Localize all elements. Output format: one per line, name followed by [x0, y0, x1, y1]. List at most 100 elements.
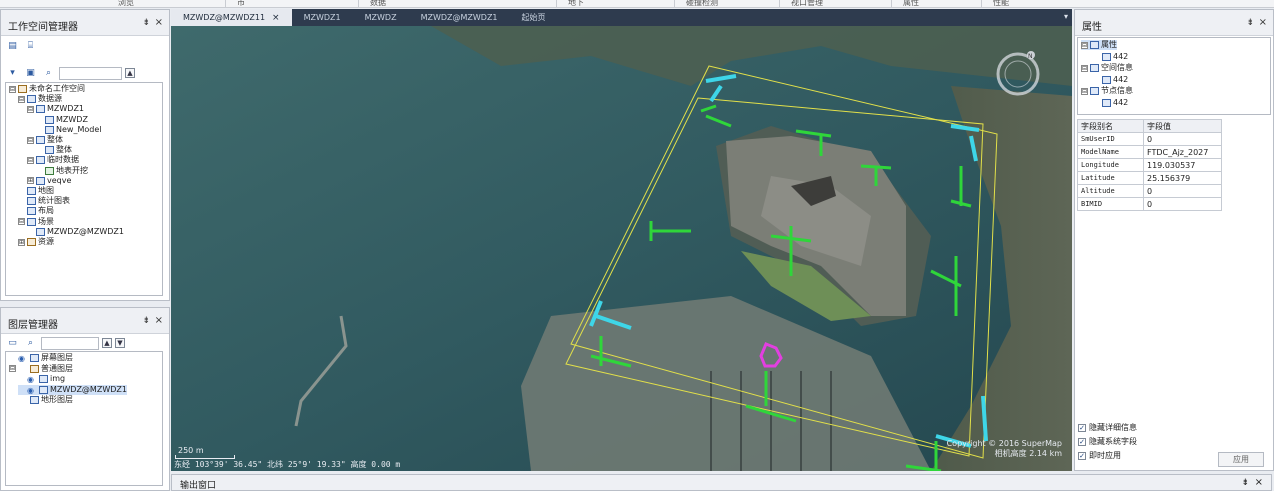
ribbon-group-label[interactable]: 地下 [568, 0, 584, 8]
close-icon[interactable]: × [155, 315, 163, 326]
field-value-cell[interactable]: 0 [1143, 184, 1222, 198]
tab-start-page[interactable]: 起始页 [510, 9, 558, 26]
field-value-cell[interactable]: 0 [1143, 132, 1222, 146]
workspace-tree-item[interactable]: ⊟ 未命名工作空间 [9, 84, 85, 94]
tab-mzwdz1[interactable]: MZWDZ1 [292, 9, 353, 26]
visibility-eye-icon[interactable] [18, 365, 28, 373]
workspace-view-icon[interactable]: ▤ [5, 39, 20, 53]
ribbon-group-label[interactable]: 数据 [370, 0, 386, 8]
workspace-tree-item[interactable]: ⊟ 临时数据 [27, 155, 79, 165]
close-icon[interactable]: × [272, 13, 280, 23]
search-icon[interactable]: ⌕ [23, 336, 38, 350]
chevron-down-icon[interactable]: ▾ [1064, 12, 1068, 21]
layer-search-input[interactable] [41, 336, 99, 350]
collapse-icon[interactable]: ⊟ [27, 156, 34, 164]
collapse-icon[interactable]: ⊟ [1081, 87, 1088, 95]
ribbon-group-label[interactable]: 市 [237, 0, 245, 8]
workspace-tree-item[interactable]: MZWDZ@MZWDZ1 [27, 227, 124, 237]
properties-tree-item[interactable]: 442 [1093, 52, 1128, 62]
layer-tree-item[interactable]: 地形图层 [9, 395, 73, 405]
collapse-icon[interactable]: ⊟ [18, 218, 25, 226]
workspace-panel-header: 工作空间管理器 ⇟ × [1, 10, 169, 36]
workspace-menu-icon[interactable]: ▾ [5, 66, 20, 80]
table-row[interactable]: Latitude 25.156379 [1077, 171, 1222, 185]
option-checkbox[interactable]: ✓ 即时应用 [1078, 450, 1121, 461]
ribbon-group-label[interactable]: 属性 [903, 0, 919, 8]
field-value-cell[interactable]: 119.030537 [1143, 158, 1222, 172]
option-checkbox[interactable]: ✓ 隐藏详细信息 [1078, 422, 1137, 433]
close-icon[interactable]: × [1259, 17, 1267, 28]
ribbon-group-label[interactable]: 性能 [993, 0, 1009, 8]
table-row[interactable]: SmUserID 0 [1077, 132, 1222, 146]
collapse-icon[interactable]: ⊟ [27, 136, 34, 144]
workspace-tree-item[interactable]: MZWDZ [36, 115, 88, 125]
workspace-tree-item[interactable]: 地表开挖 [36, 166, 88, 176]
field-value-cell[interactable]: FTDC_Ajz_2027 [1143, 145, 1222, 159]
workspace-tree-item[interactable]: ⊞ veqve [27, 176, 71, 186]
layer-tree-item[interactable]: ◉ 屏幕图层 [9, 353, 73, 363]
workspace-tree-item[interactable]: ⊟ 场景 [18, 217, 54, 227]
layer-tree-item[interactable]: ◉ MZWDZ@MZWDZ1 [18, 384, 127, 395]
table-row[interactable]: Altitude 0 [1077, 184, 1222, 198]
layer-tree-item[interactable]: ⊟ 普通图层 [9, 364, 73, 374]
close-icon[interactable]: × [155, 17, 163, 28]
expand-icon[interactable]: ⊞ [18, 238, 25, 246]
collapse-icon[interactable]: ⊟ [1081, 64, 1088, 72]
visibility-eye-icon[interactable]: ◉ [27, 386, 37, 395]
checkbox-mark-icon[interactable]: ✓ [1078, 437, 1086, 446]
workspace-tree-item[interactable]: 统计图表 [18, 196, 70, 206]
workspace-tree-item[interactable]: ⊟ MZWDZ1 [27, 104, 84, 114]
expand-icon[interactable]: ⊞ [27, 177, 34, 185]
properties-tree-item[interactable]: ⊟ 属性 [1081, 40, 1117, 50]
checkbox-mark-icon[interactable]: ✓ [1078, 423, 1086, 432]
close-icon[interactable]: × [1255, 477, 1263, 488]
option-checkbox[interactable]: ✓ 隐藏系统字段 [1078, 436, 1137, 447]
workspace-style-icon[interactable]: ⌸ [23, 39, 38, 53]
field-value-cell[interactable]: 0 [1143, 197, 1222, 211]
visibility-eye-icon[interactable]: ◉ [27, 375, 37, 384]
move-up-icon[interactable]: ▲ [102, 338, 112, 348]
workspace-tree-item[interactable]: ⊟ 数据源 [18, 94, 62, 104]
move-down-icon[interactable]: ▼ [115, 338, 125, 348]
pin-icon[interactable]: ⇟ [142, 18, 150, 28]
collapse-icon[interactable]: ⊟ [18, 95, 25, 103]
properties-tree-item[interactable]: ⊟ 节点信息 [1081, 86, 1133, 96]
ribbon-group-label[interactable]: 碰撞检测 [686, 0, 718, 8]
apply-button[interactable]: 应用 [1218, 452, 1264, 467]
properties-tree-item[interactable]: 442 [1093, 75, 1128, 85]
checkbox-mark-icon[interactable]: ✓ [1078, 451, 1086, 460]
layer-tree-item[interactable]: ◉ img [18, 374, 65, 384]
visibility-eye-icon[interactable] [18, 396, 28, 404]
scene-viewport[interactable]: N 250 m Copyright © 2016 SuperMap 相机高度 2… [171, 26, 1072, 473]
workspace-open-icon[interactable]: ▣ [23, 66, 38, 80]
tab-mzwdz-mzwdz1[interactable]: MZWDZ@MZWDZ1 [409, 9, 510, 26]
properties-tree-item[interactable]: 442 [1093, 98, 1128, 108]
table-row[interactable]: BIMID 0 [1077, 197, 1222, 211]
tab-mzwdz-mzwdz11[interactable]: MZWDZ@MZWDZ11 × [171, 9, 292, 26]
layer-menu-icon[interactable]: ▭ [5, 336, 20, 350]
workspace-collapse-icon[interactable]: ▲ [125, 68, 135, 78]
search-icon[interactable]: ⌕ [41, 66, 56, 80]
collapse-icon[interactable]: ⊟ [9, 365, 16, 372]
workspace-tree-item[interactable]: New_Model [36, 125, 101, 135]
pin-icon[interactable]: ⇟ [1246, 18, 1254, 28]
workspace-tree-item[interactable]: ⊞ 资源 [18, 237, 54, 247]
collapse-icon[interactable]: ⊟ [9, 85, 16, 93]
ribbon-group-label[interactable]: 视口管理 [791, 0, 823, 8]
field-value-cell[interactable]: 25.156379 [1143, 171, 1222, 185]
table-row[interactable]: ModelName FTDC_Ajz_2027 [1077, 145, 1222, 159]
workspace-tree-item[interactable]: 地图 [18, 186, 54, 196]
pin-icon[interactable]: ⇟ [1241, 478, 1249, 488]
tab-mzwdz[interactable]: MZWDZ [353, 9, 409, 26]
workspace-search-input[interactable] [59, 66, 122, 80]
collapse-icon[interactable]: ⊟ [27, 105, 34, 113]
workspace-tree-item[interactable]: ⊟ 整体 [27, 135, 63, 145]
workspace-tree-item[interactable]: 整体 [36, 145, 72, 155]
visibility-eye-icon[interactable]: ◉ [18, 354, 28, 363]
collapse-icon[interactable]: ⊟ [1081, 41, 1088, 49]
properties-tree-item[interactable]: ⊟ 空间信息 [1081, 63, 1133, 73]
workspace-tree-item[interactable]: 布局 [18, 206, 54, 216]
table-row[interactable]: Longitude 119.030537 [1077, 158, 1222, 172]
ribbon-group-label[interactable]: 浏览 [118, 0, 134, 8]
pin-icon[interactable]: ⇟ [142, 316, 150, 326]
